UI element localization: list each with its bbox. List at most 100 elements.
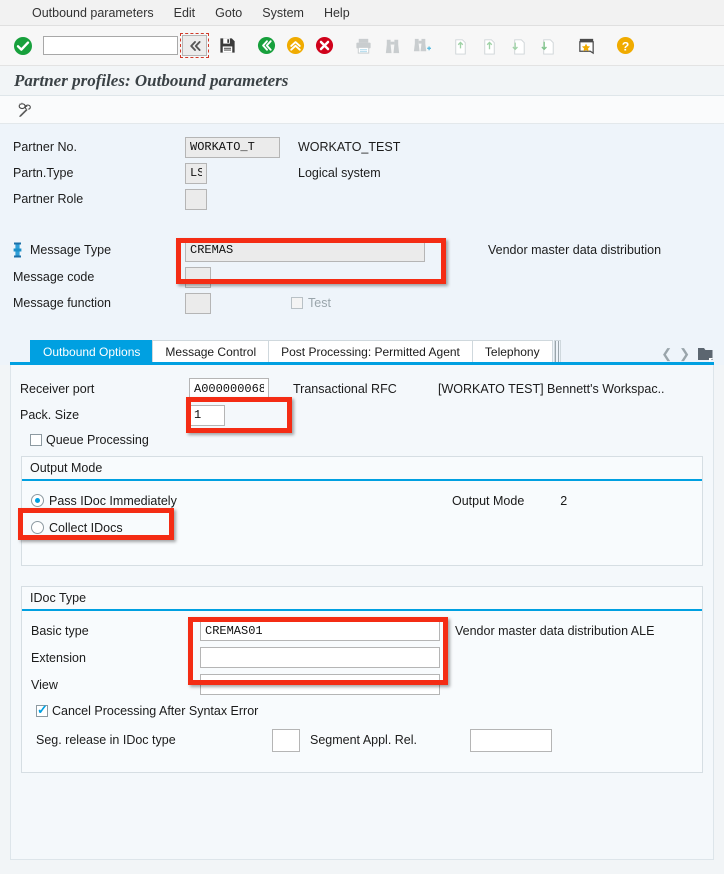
partner-no-row: Partner No. WORKATO_TEST xyxy=(0,134,724,160)
chevron-left-icon[interactable]: ❮ xyxy=(661,346,672,362)
svg-text:?: ? xyxy=(621,39,629,53)
last-page-button[interactable] xyxy=(534,33,560,59)
menu-item-help[interactable]: Help xyxy=(314,3,360,23)
receiver-port-type: Transactional RFC xyxy=(293,382,438,396)
partner-role-label: Partner Role xyxy=(0,192,185,206)
back-button[interactable] xyxy=(253,33,279,59)
tab-resize-grip[interactable] xyxy=(554,340,561,362)
collect-idocs-radio[interactable] xyxy=(31,521,44,534)
segment-appl-rel-field[interactable] xyxy=(470,729,552,752)
create-shortcut-button[interactable] xyxy=(573,33,599,59)
partner-no-label: Partner No. xyxy=(0,140,185,154)
view-field[interactable] xyxy=(200,674,440,695)
display-change-button[interactable] xyxy=(12,97,38,123)
queue-processing-checkbox[interactable] xyxy=(30,434,42,446)
segment-appl-rel-label: Segment Appl. Rel. xyxy=(310,733,470,747)
seg-release-field[interactable] xyxy=(272,729,300,752)
menu-item-system[interactable]: System xyxy=(252,3,314,23)
message-type-indicator-icon xyxy=(12,242,23,258)
tab-post-processing-permitted-agent[interactable]: Post Processing: Permitted Agent xyxy=(268,340,473,362)
queue-processing-label: Queue Processing xyxy=(46,433,149,447)
pack-size-field[interactable] xyxy=(189,405,225,426)
partner-type-description: Logical system xyxy=(298,166,381,180)
binoculars-icon xyxy=(383,36,402,55)
partner-no-field[interactable] xyxy=(185,137,280,158)
partner-header-form: Partner No. WORKATO_TEST Partn.Type Logi… xyxy=(0,124,724,334)
message-code-label: Message code xyxy=(0,270,185,284)
cancel-on-syntax-error-row: Cancel Processing After Syntax Error xyxy=(22,698,702,724)
partner-no-description: WORKATO_TEST xyxy=(298,140,400,154)
receiver-port-label: Receiver port xyxy=(11,382,189,396)
first-page-button[interactable] xyxy=(447,33,473,59)
partner-type-row: Partn.Type Logical system xyxy=(0,160,724,186)
seg-release-row: Seg. release in IDoc type Segment Appl. … xyxy=(22,724,702,756)
message-function-label: Message function xyxy=(0,296,185,310)
enter-button[interactable] xyxy=(10,33,36,59)
extension-label: Extension xyxy=(22,651,200,665)
tab-outbound-options[interactable]: Outbound Options xyxy=(30,340,153,362)
menu-bar: Outbound parameters Edit Goto System Hel… xyxy=(0,0,724,26)
message-type-description: Vendor master data distribution xyxy=(488,243,661,257)
message-function-row: Message function Test xyxy=(0,290,724,316)
toolbar: ? xyxy=(0,26,724,66)
basic-type-description: Vendor master data distribution ALE xyxy=(455,624,654,638)
pack-size-label: Pack. Size xyxy=(11,408,189,422)
view-row: View xyxy=(22,671,702,698)
receiver-port-field[interactable] xyxy=(189,378,269,399)
message-type-row: Message Type Vendor master data distribu… xyxy=(0,236,724,264)
seg-release-label: Seg. release in IDoc type xyxy=(22,733,272,747)
print-button[interactable] xyxy=(350,33,376,59)
collect-idocs-row: Collect IDocs xyxy=(22,514,702,541)
message-function-field[interactable] xyxy=(185,293,211,314)
collect-idocs-label: Collect IDocs xyxy=(49,521,123,535)
pass-idoc-immediately-row: Pass IDoc Immediately Output Mode 2 xyxy=(22,487,702,514)
tab-strip: Outbound Options Message Control Post Pr… xyxy=(0,334,724,365)
tab-list-icon[interactable] xyxy=(697,347,714,362)
message-type-field[interactable] xyxy=(185,239,425,262)
cancel-processing-checkbox[interactable] xyxy=(36,705,48,717)
first-page-icon xyxy=(451,36,470,55)
print-icon xyxy=(354,36,373,55)
pass-idoc-immediately-radio[interactable] xyxy=(31,494,44,507)
cancel-red-x-icon xyxy=(315,36,334,55)
extension-field[interactable] xyxy=(200,647,440,668)
idoc-type-group: IDoc Type Basic type Vendor master data … xyxy=(21,586,703,773)
chevron-right-icon[interactable]: ❯ xyxy=(679,346,690,362)
cancel-processing-label: Cancel Processing After Syntax Error xyxy=(52,704,258,718)
message-type-label: Message Type xyxy=(30,243,111,257)
last-page-icon xyxy=(538,36,557,55)
create-shortcut-icon xyxy=(577,36,596,55)
outbound-options-panel: Receiver port Transactional RFC [WORKATO… xyxy=(10,365,714,860)
save-button[interactable] xyxy=(214,33,240,59)
basic-type-field[interactable] xyxy=(200,620,440,641)
cancel-button[interactable] xyxy=(311,33,337,59)
screen-title-bar: Partner profiles: Outbound parameters xyxy=(0,66,724,96)
tab-telephony[interactable]: Telephony xyxy=(472,340,553,362)
tab-message-control[interactable]: Message Control xyxy=(152,340,269,362)
next-page-button[interactable] xyxy=(505,33,531,59)
receiver-port-description: [WORKATO TEST] Bennett's Workspac.. xyxy=(438,382,665,396)
message-code-field[interactable] xyxy=(185,267,211,288)
menu-item-goto[interactable]: Goto xyxy=(205,3,252,23)
message-code-row: Message code xyxy=(0,264,724,290)
green-check-icon xyxy=(13,36,33,56)
command-collapse-button[interactable] xyxy=(182,35,207,56)
output-mode-value-label: Output Mode xyxy=(452,494,524,508)
next-page-icon xyxy=(509,36,528,55)
idoc-type-group-title: IDoc Type xyxy=(22,587,702,611)
find-next-button[interactable] xyxy=(408,33,434,59)
partner-type-field[interactable] xyxy=(185,163,207,184)
partner-role-field[interactable] xyxy=(185,189,207,210)
previous-page-button[interactable] xyxy=(476,33,502,59)
partner-role-row: Partner Role xyxy=(0,186,724,212)
double-chevron-left-icon xyxy=(188,39,202,53)
menu-item-edit[interactable]: Edit xyxy=(164,3,206,23)
exit-button[interactable] xyxy=(282,33,308,59)
menu-item-outbound-parameters[interactable]: Outbound parameters xyxy=(22,3,164,23)
command-field[interactable] xyxy=(43,36,178,55)
output-mode-group: Output Mode Pass IDoc Immediately Output… xyxy=(21,456,703,566)
help-button[interactable]: ? xyxy=(612,33,638,59)
binoculars-plus-icon xyxy=(412,36,431,55)
find-button[interactable] xyxy=(379,33,405,59)
test-checkbox[interactable] xyxy=(291,297,303,309)
